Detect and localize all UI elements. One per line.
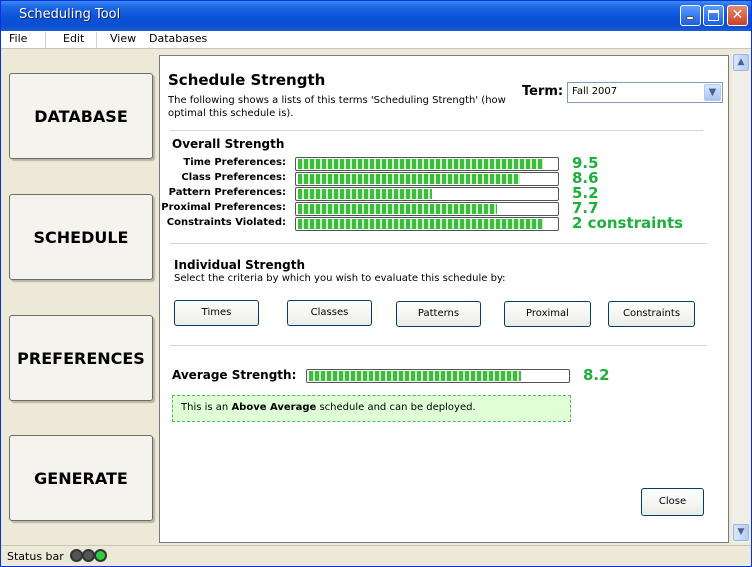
- strength-bar-constraints: [295, 217, 559, 231]
- menu-databases[interactable]: Databases: [149, 32, 207, 45]
- criteria-proximal-button[interactable]: Proximal: [504, 301, 591, 327]
- close-button[interactable]: Close: [641, 488, 704, 516]
- term-label: Term:: [522, 84, 564, 99]
- chevron-down-icon: ▼: [737, 527, 745, 537]
- criteria-classes-button[interactable]: Classes: [287, 300, 372, 326]
- criteria-times-button[interactable]: Times: [174, 300, 259, 326]
- overall-label-proximal: Proximal Preferences:: [161, 202, 286, 213]
- nav-schedule-button[interactable]: SCHEDULE: [9, 194, 153, 280]
- overall-strength-heading: Overall Strength: [172, 137, 285, 151]
- overall-label-time: Time Preferences:: [183, 157, 286, 168]
- average-strength-bar: [306, 369, 570, 383]
- strength-bar-proximal: [295, 202, 559, 216]
- strength-bar-fill: [298, 174, 520, 184]
- menu-file[interactable]: File: [9, 32, 27, 45]
- menu-edit[interactable]: Edit: [63, 32, 84, 45]
- average-strength-value: 8.2: [583, 366, 610, 384]
- chevron-down-icon[interactable]: ▼: [704, 84, 721, 101]
- average-strength-label: Average Strength:: [172, 368, 297, 382]
- notice-emphasis: Above Average: [231, 402, 317, 413]
- strength-bar-time: [295, 157, 559, 171]
- title-bar[interactable]: Scheduling Tool ✕: [1, 1, 751, 31]
- minimize-icon: [686, 16, 694, 20]
- maximize-icon: [708, 10, 719, 21]
- page-title: Schedule Strength: [168, 71, 326, 89]
- criteria-patterns-button[interactable]: Patterns: [396, 301, 481, 327]
- strength-bar-fill: [298, 189, 433, 199]
- window-title: Scheduling Tool: [19, 7, 121, 22]
- term-select[interactable]: Fall 2007 ▼: [567, 82, 723, 103]
- status-bar-text: Status bar: [7, 550, 64, 563]
- scroll-down-button[interactable]: ▼: [733, 524, 749, 541]
- status-bar: Status bar: [1, 545, 751, 566]
- nav-generate-button[interactable]: GENERATE: [9, 435, 153, 521]
- notice-prefix: This is an: [181, 402, 232, 413]
- nav-preferences-button[interactable]: PREFERENCES: [9, 315, 153, 401]
- vertical-scrollbar[interactable]: ▲ ▼: [732, 53, 750, 543]
- divider: [170, 130, 703, 131]
- menu-separator: [96, 32, 97, 48]
- criteria-constraints-button[interactable]: Constraints: [608, 301, 695, 327]
- schedule-verdict-notice: This is an Above Average schedule and ca…: [172, 395, 571, 422]
- status-light-icon: [94, 549, 107, 562]
- minimize-button[interactable]: [680, 5, 701, 26]
- notice-suffix: schedule and can be deployed.: [316, 402, 476, 413]
- strength-value-constraints: 2 constraints: [572, 214, 684, 232]
- content-panel: [159, 55, 729, 543]
- menu-view[interactable]: View: [110, 32, 136, 45]
- strength-bar-fill: [298, 219, 544, 229]
- scroll-up-button[interactable]: ▲: [733, 54, 749, 71]
- nav-database-button[interactable]: DATABASE: [9, 73, 153, 159]
- menu-separator: [45, 32, 46, 48]
- app-window: Scheduling Tool ✕ File Edit View Databas…: [0, 0, 752, 567]
- maximize-button[interactable]: [703, 5, 724, 26]
- average-strength-bar-fill: [309, 371, 521, 381]
- close-icon: ✕: [731, 7, 744, 23]
- divider: [170, 243, 707, 244]
- strength-bar-fill: [298, 204, 497, 214]
- page-description-line2: optimal this schedule is).: [168, 108, 294, 119]
- page-description-line1: The following shows a lists of this term…: [168, 95, 506, 106]
- chevron-up-icon: ▲: [737, 57, 745, 67]
- overall-label-class: Class Preferences:: [181, 172, 286, 183]
- individual-strength-subtitle: Select the criteria by which you wish to…: [174, 273, 506, 284]
- divider: [170, 345, 707, 346]
- overall-label-pattern: Pattern Preferences:: [168, 187, 286, 198]
- individual-strength-heading: Individual Strength: [174, 258, 306, 272]
- strength-bar-fill: [298, 159, 544, 169]
- strength-bar-pattern: [295, 187, 559, 201]
- menu-bar: File Edit View Databases: [1, 31, 751, 49]
- overall-label-constraints: Constraints Violated:: [166, 217, 286, 228]
- term-select-value: Fall 2007: [572, 86, 618, 97]
- strength-bar-class: [295, 172, 559, 186]
- close-window-button[interactable]: ✕: [727, 5, 748, 26]
